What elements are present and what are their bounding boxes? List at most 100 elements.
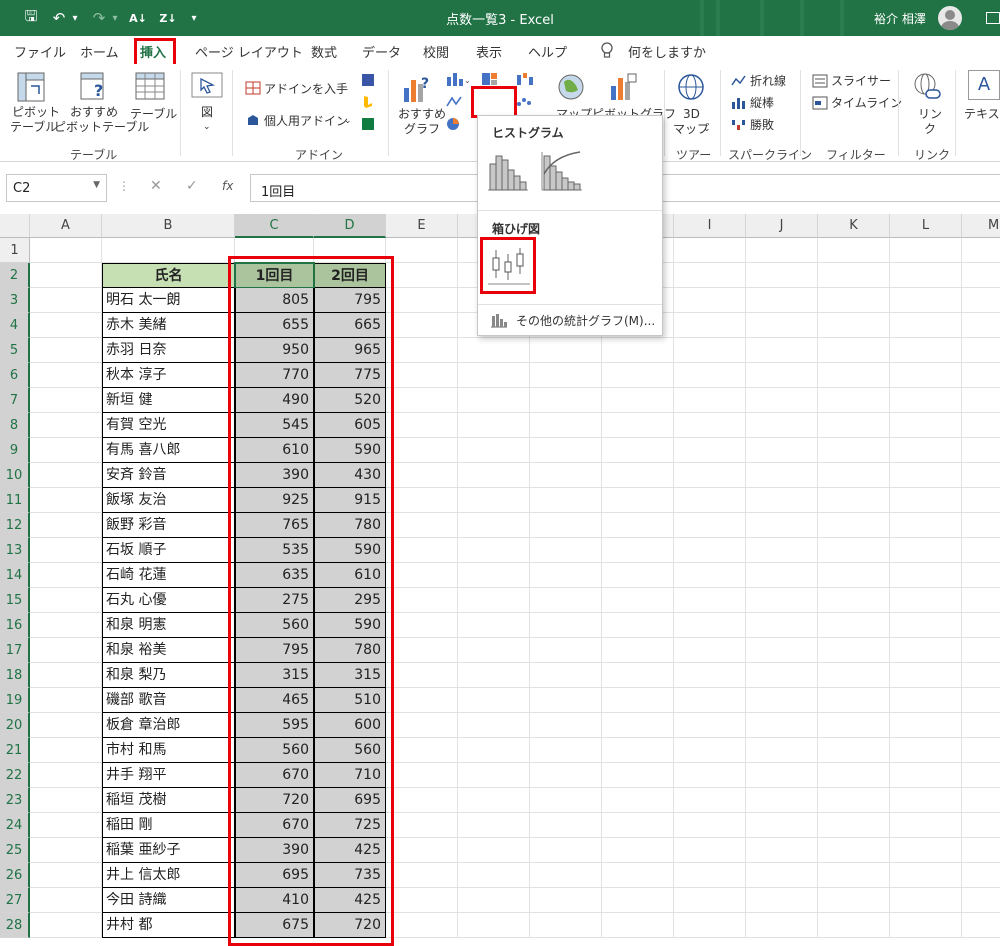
user-name[interactable]: 裕介 相澤 [874,10,926,27]
pivot-table-label-1[interactable]: ピボット [12,105,60,120]
avatar[interactable] [938,6,962,30]
row-header[interactable]: 22 [0,763,30,788]
name-cell[interactable]: 飯塚 友治 [102,488,235,513]
round2-cell[interactable]: 425 [314,838,386,863]
name-cell[interactable]: 安斉 鈴音 [102,463,235,488]
3d-map-chevron-icon[interactable]: ⌄ [703,122,711,137]
row-header[interactable]: 8 [0,413,30,438]
tell-me-search[interactable]: 何をしますか [628,42,706,61]
row-header[interactable]: 18 [0,663,30,688]
recommended-pivot-label-2[interactable]: ピボットテーブル [54,120,149,135]
pareto-chart-icon[interactable] [540,148,584,192]
pivot-table-label-2[interactable]: テーブル [10,120,57,135]
name-cell[interactable]: 秋本 淳子 [102,363,235,388]
round1-cell[interactable]: 275 [235,588,314,613]
name-cell[interactable]: 和泉 明憲 [102,613,235,638]
round2-cell[interactable]: 665 [314,313,386,338]
name-cell[interactable]: 石崎 花蓮 [102,563,235,588]
round2-cell[interactable]: 590 [314,538,386,563]
tab-view[interactable]: 表示 [476,42,502,61]
sparkline-winloss-icon[interactable] [731,118,747,132]
slicer-button[interactable]: スライサー [831,74,891,89]
round1-cell[interactable]: 490 [235,388,314,413]
pivot-table-icon[interactable] [17,72,45,102]
illustrations-icon[interactable] [191,72,223,98]
link-label-1[interactable]: リン [918,107,942,122]
row-header[interactable]: 13 [0,538,30,563]
name-cell[interactable]: 新垣 健 [102,388,235,413]
row-header[interactable]: 10 [0,463,30,488]
row-header[interactable]: 16 [0,613,30,638]
round1-cell[interactable]: 465 [235,688,314,713]
name-cell[interactable]: 磯部 歌音 [102,688,235,713]
round1-cell[interactable]: 535 [235,538,314,563]
illustrations-chevron-icon[interactable]: ⌄ [203,120,211,135]
column-header-c[interactable]: C [235,214,314,238]
round2-cell[interactable]: 425 [314,888,386,913]
recommended-pivot-label-1[interactable]: おすすめ [70,105,118,120]
round2-cell[interactable]: 915 [314,488,386,513]
my-addins-dropdown-icon[interactable]: ⌄ [344,114,352,129]
select-all-corner[interactable] [0,214,30,238]
round1-cell[interactable]: 805 [235,288,314,313]
column-header-k[interactable]: K [818,214,890,238]
table-label[interactable]: テーブル [130,107,177,122]
name-cell[interactable]: 石坂 順子 [102,538,235,563]
column-header-a[interactable]: A [30,214,102,238]
slicer-icon[interactable] [812,74,828,88]
name-box[interactable]: C2 ▼ [6,174,107,202]
pivot-chart-icon[interactable] [608,72,638,102]
more-stat-charts-item[interactable]: その他の統計グラフ(M)... [516,312,655,329]
round2-cell[interactable]: 295 [314,588,386,613]
round1-cell[interactable]: 925 [235,488,314,513]
histogram-chart-icon[interactable] [486,148,530,192]
round2-cell[interactable]: 780 [314,513,386,538]
round1-cell[interactable]: 655 [235,313,314,338]
line-chart-icon[interactable] [445,94,471,110]
timeline-button[interactable]: タイムライン [831,96,902,111]
round1-cell[interactable]: 410 [235,888,314,913]
round1-cell[interactable]: 695 [235,863,314,888]
store-icon[interactable] [245,80,261,96]
recommended-pivot-icon[interactable]: ? [80,72,110,102]
pie-chart-icon[interactable] [445,116,471,132]
tab-review[interactable]: 校閲 [423,42,449,61]
round1-cell[interactable]: 595 [235,713,314,738]
round2-cell[interactable]: 720 [314,913,386,938]
row-header[interactable]: 3 [0,288,30,313]
row-header[interactable]: 6 [0,363,30,388]
header-cell-name[interactable]: 氏名 [102,263,235,288]
round2-cell[interactable]: 725 [314,813,386,838]
round1-cell[interactable]: 670 [235,813,314,838]
name-cell[interactable]: 井手 翔平 [102,763,235,788]
people-graph-icon[interactable] [360,116,376,132]
round2-cell[interactable]: 600 [314,713,386,738]
round1-cell[interactable]: 545 [235,413,314,438]
sparkline-column-icon[interactable] [731,96,747,110]
name-cell[interactable]: 井上 信太郎 [102,863,235,888]
timeline-icon[interactable] [812,96,828,110]
name-cell[interactable]: 有賀 空光 [102,413,235,438]
round2-cell[interactable]: 520 [314,388,386,413]
row-header[interactable]: 5 [0,338,30,363]
round1-cell[interactable]: 635 [235,563,314,588]
name-cell[interactable]: 赤羽 日奈 [102,338,235,363]
column-header-j[interactable]: J [746,214,818,238]
name-cell[interactable]: 和泉 梨乃 [102,663,235,688]
cancel-icon[interactable]: ✕ [150,179,162,194]
round1-cell[interactable]: 670 [235,763,314,788]
sparkline-column-button[interactable]: 縦棒 [750,96,774,111]
row-header[interactable]: 2 [0,263,30,288]
round1-cell[interactable]: 390 [235,838,314,863]
column-header-b[interactable]: B [102,214,235,238]
row-header[interactable]: 12 [0,513,30,538]
round2-cell[interactable]: 315 [314,663,386,688]
row-header[interactable]: 9 [0,438,30,463]
round2-cell[interactable]: 795 [314,288,386,313]
recommended-charts-icon[interactable]: ? [402,74,434,104]
name-cell[interactable]: 稲垣 茂樹 [102,788,235,813]
column-header-d[interactable]: D [314,214,386,238]
name-cell[interactable]: 飯野 彩音 [102,513,235,538]
round2-cell[interactable]: 590 [314,613,386,638]
name-cell[interactable]: 稲田 剛 [102,813,235,838]
